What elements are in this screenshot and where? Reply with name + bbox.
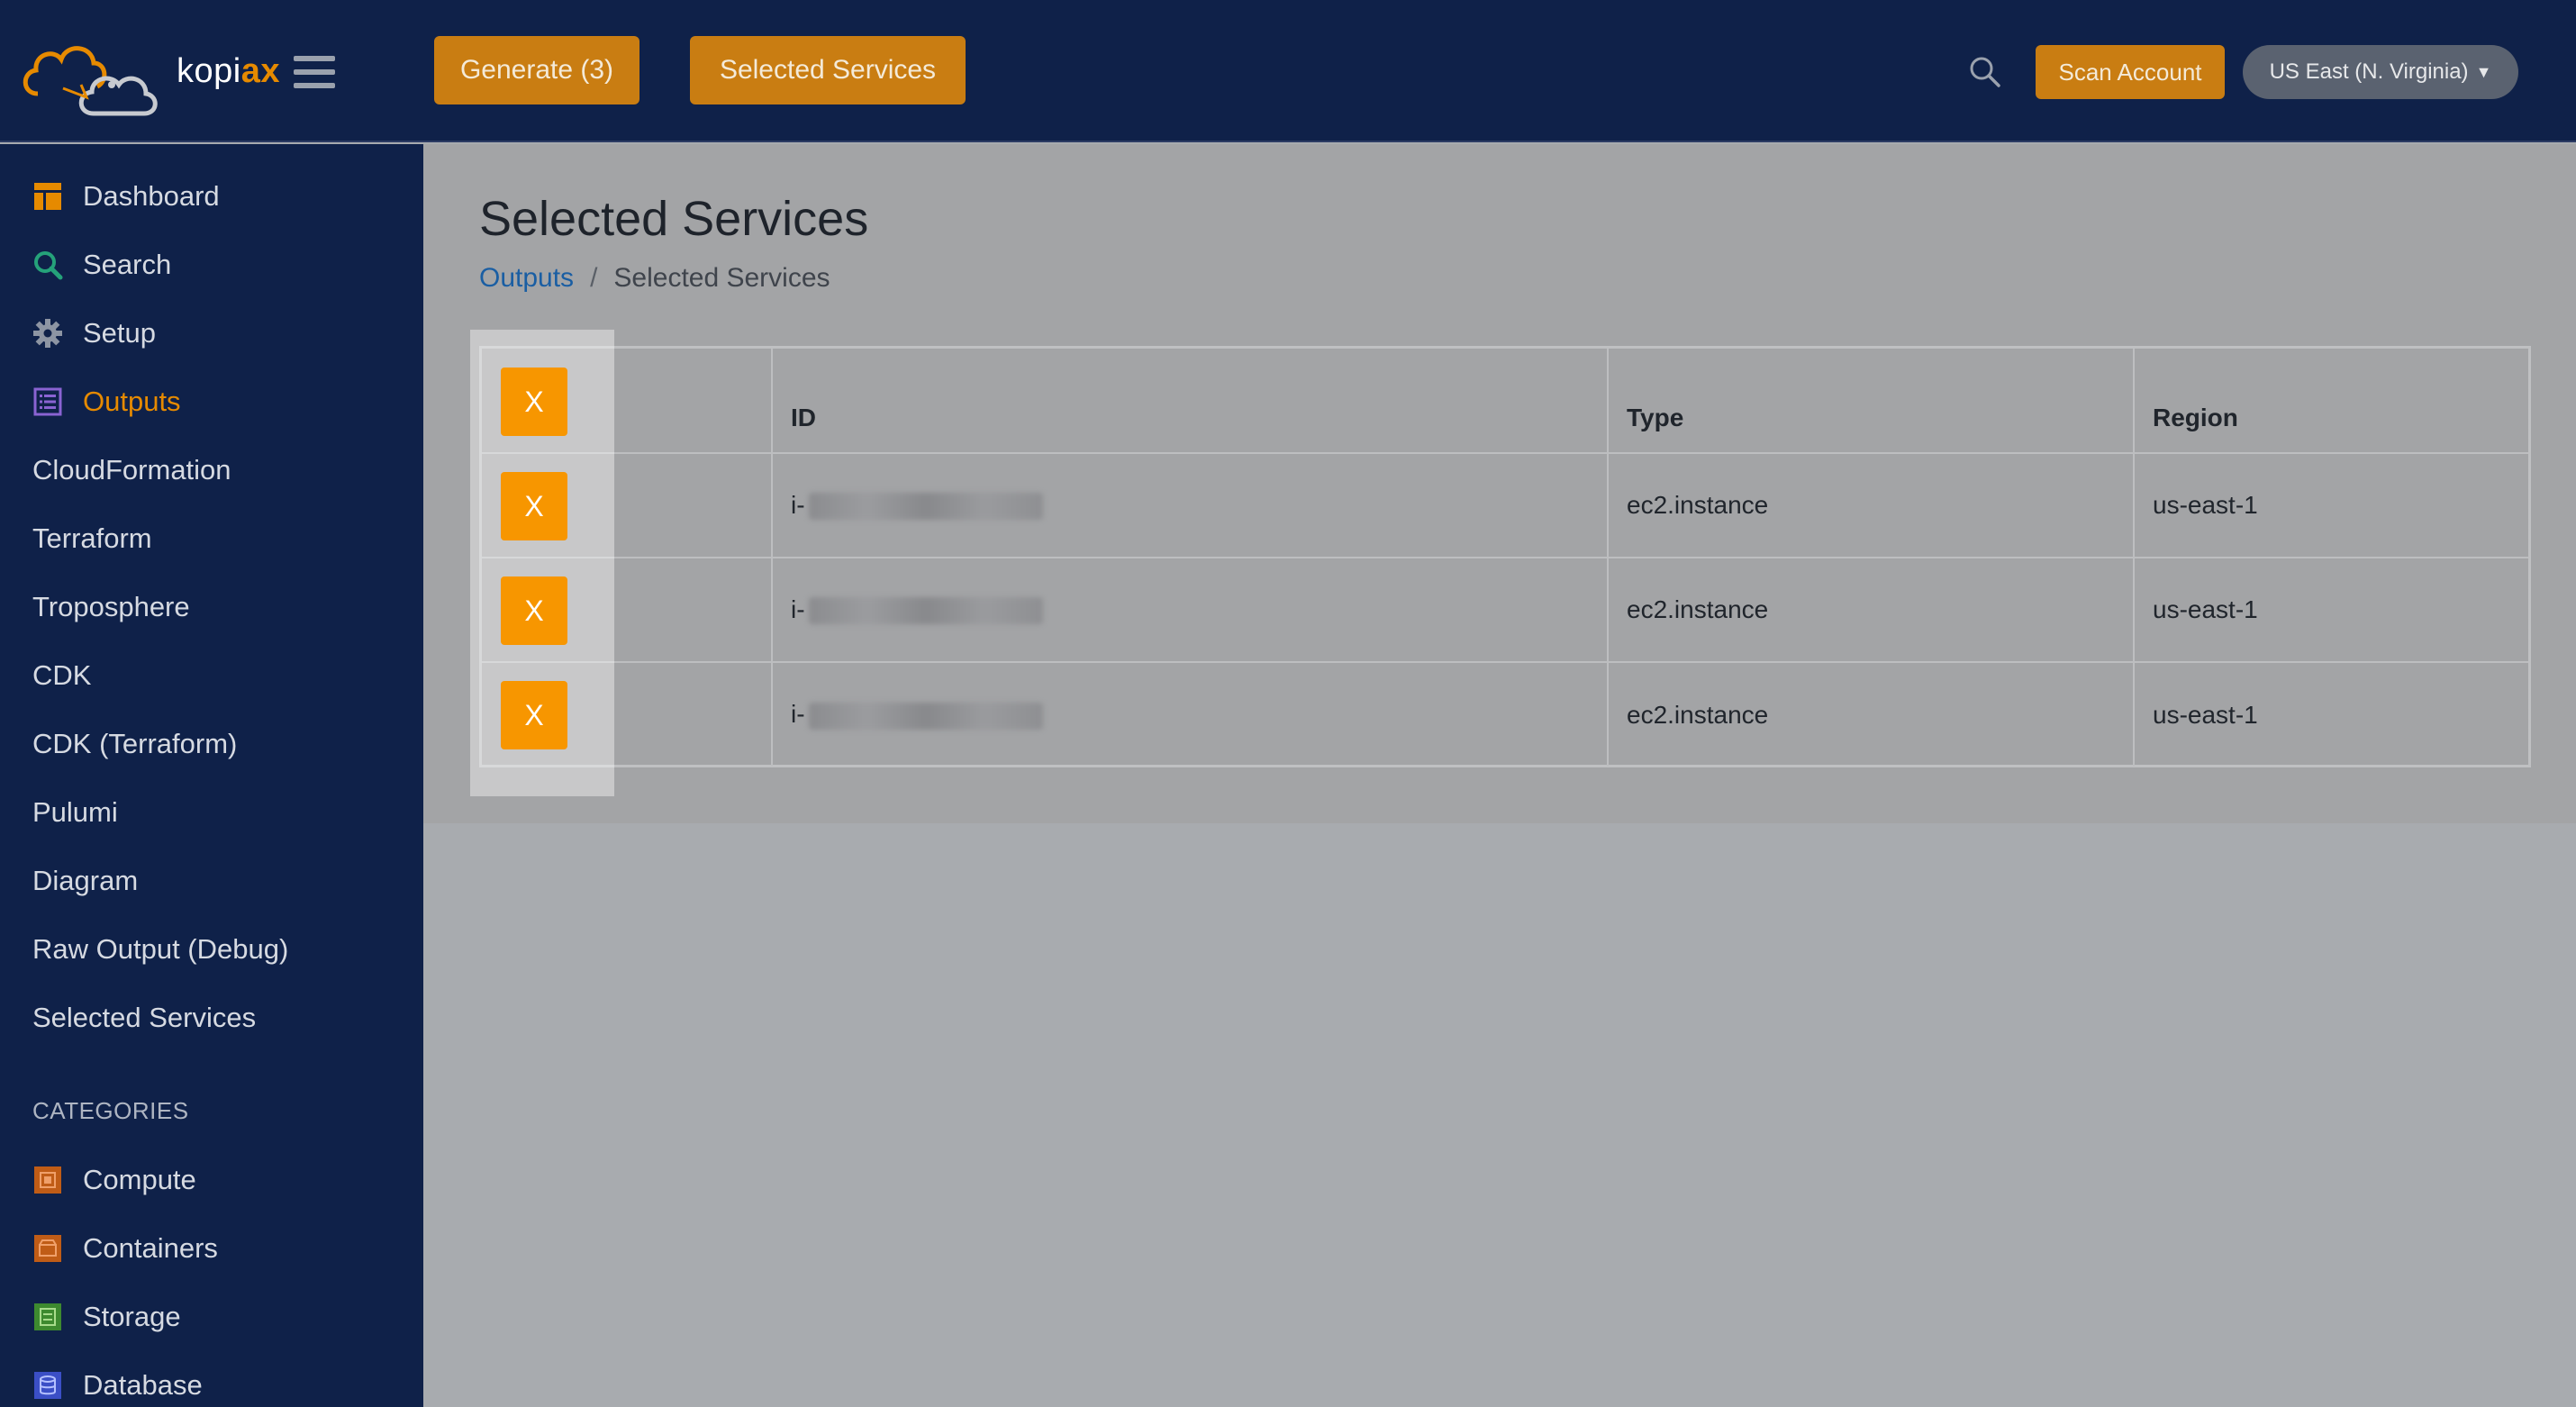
sidebar-item-label: Dashboard	[83, 180, 220, 212]
page-title: Selected Services	[479, 192, 869, 246]
region-select-label: US East (N. Virginia)	[2269, 59, 2469, 84]
sidebar-item-raw-output[interactable]: Raw Output (Debug)	[0, 922, 423, 976]
caret-down-icon: ▼	[2475, 62, 2492, 81]
sidebar-item-label: CDK (Terraform)	[32, 728, 238, 759]
category-item-containers[interactable]: Containers	[0, 1221, 423, 1275]
redacted-id	[808, 702, 1043, 730]
id-cell: i-	[772, 558, 1609, 663]
instance-id-prefix: i-	[791, 700, 805, 729]
sidebar-item-label: Search	[83, 249, 172, 280]
sidebar-item-label: Selected Services	[32, 1002, 257, 1033]
table-row: i- ec2.instance us-east-1	[482, 453, 2528, 558]
column-header-region: Region	[2134, 349, 2528, 454]
table-row: i- ec2.instance us-east-1	[482, 558, 2528, 663]
sidebar-item-setup[interactable]: Setup	[0, 306, 423, 360]
category-item-database[interactable]: Database	[0, 1358, 423, 1407]
compute-icon	[32, 1165, 63, 1195]
list-icon	[32, 386, 63, 417]
instance-id-prefix: i-	[791, 490, 805, 519]
region-select[interactable]: US East (N. Virginia) ▼	[2243, 45, 2518, 99]
storage-icon	[32, 1302, 63, 1332]
sidebar-item-label: Setup	[83, 317, 157, 349]
sidebar-item-pulumi[interactable]: Pulumi	[0, 785, 423, 840]
scan-account-button[interactable]: Scan Account	[2036, 45, 2225, 99]
category-item-label: Database	[83, 1369, 203, 1401]
sidebar-item-diagram[interactable]: Diagram	[0, 854, 423, 908]
sidebar-item-label: Pulumi	[32, 796, 118, 828]
brand-name-prefix: kopi	[177, 51, 241, 90]
type-cell: ec2.instance	[1608, 558, 2135, 663]
sidebar-item-outputs[interactable]: Outputs	[0, 375, 423, 429]
sidebar-item-cdk[interactable]: CDK	[0, 649, 423, 703]
sidebar-item-cdk-terraform[interactable]: CDK (Terraform)	[0, 717, 423, 771]
sidebar-item-label: Outputs	[83, 386, 181, 417]
redacted-id	[808, 597, 1043, 625]
top-navbar: kopiax Generate (3) Selected Services Sc…	[0, 0, 2576, 142]
sidebar-item-label: Troposphere	[32, 591, 190, 622]
id-cell: i-	[772, 453, 1609, 558]
brand-logo[interactable]: kopiax	[18, 22, 280, 121]
region-cell: us-east-1	[2134, 558, 2528, 663]
remove-row-button[interactable]: X	[501, 472, 567, 540]
region-cell: us-east-1	[2134, 453, 2528, 558]
brand-name-accent: ax	[240, 51, 280, 90]
menu-toggle-icon[interactable]	[294, 56, 335, 88]
dashboard-icon	[32, 181, 63, 212]
categories-heading: CATEGORIES	[32, 1097, 189, 1124]
id-cell: i-	[772, 662, 1609, 767]
selected-services-button[interactable]: Selected Services	[690, 36, 966, 104]
category-item-storage[interactable]: Storage	[0, 1290, 423, 1344]
sidebar-item-label: Terraform	[32, 522, 152, 554]
column-header-id: ID	[772, 349, 1609, 454]
remove-all-button[interactable]: X	[501, 368, 567, 436]
containers-icon	[32, 1233, 63, 1264]
sidebar-item-selected-services[interactable]: Selected Services	[0, 991, 423, 1045]
services-table: ID Type Region i- ec2.instance us-east-1…	[479, 346, 2531, 767]
sidebar-item-label: Diagram	[32, 865, 139, 896]
region-cell: us-east-1	[2153, 700, 2258, 729]
category-item-label: Storage	[83, 1301, 181, 1332]
cloud-logo-icon	[23, 46, 158, 116]
type-cell: ec2.instance	[1608, 453, 2135, 558]
sidebar-item-dashboard[interactable]: Dashboard	[0, 169, 423, 223]
database-icon	[32, 1370, 63, 1401]
remove-row-button[interactable]: X	[501, 681, 567, 749]
breadcrumb-current: Selected Services	[613, 263, 830, 293]
sidebar-item-label: Raw Output (Debug)	[32, 933, 289, 965]
sidebar: Dashboard Search Setup Outputs CloudForm…	[0, 144, 423, 1407]
sidebar-item-troposphere[interactable]: Troposphere	[0, 580, 423, 634]
redacted-id	[808, 493, 1043, 521]
column-header-type: Type	[1608, 349, 2135, 454]
category-item-compute[interactable]: Compute	[0, 1153, 423, 1207]
generate-button[interactable]: Generate (3)	[434, 36, 639, 104]
sidebar-item-cloudformation[interactable]: CloudFormation	[0, 443, 423, 497]
category-item-label: Compute	[83, 1164, 196, 1195]
sidebar-item-terraform[interactable]: Terraform	[0, 512, 423, 566]
search-icon	[32, 250, 63, 280]
breadcrumb-link-outputs[interactable]: Outputs	[479, 263, 574, 294]
type-cell: ec2.instance	[1608, 662, 2135, 767]
breadcrumb-separator: /	[590, 263, 598, 293]
sidebar-item-search[interactable]: Search	[0, 238, 423, 292]
category-item-label: Containers	[83, 1232, 218, 1264]
remove-row-button[interactable]: X	[501, 576, 567, 645]
breadcrumb: Outputs / Selected Services	[479, 263, 830, 294]
search-icon[interactable]	[1967, 54, 2003, 90]
instance-id-prefix: i-	[791, 595, 805, 623]
table-header-row: ID Type Region	[482, 349, 2528, 454]
table-row: i- ec2.instance us-east-1	[482, 662, 2528, 767]
brand-name: kopiax	[177, 52, 280, 91]
sidebar-item-label: CloudFormation	[32, 454, 231, 486]
gear-icon	[32, 318, 63, 349]
sidebar-item-label: CDK	[32, 659, 92, 691]
